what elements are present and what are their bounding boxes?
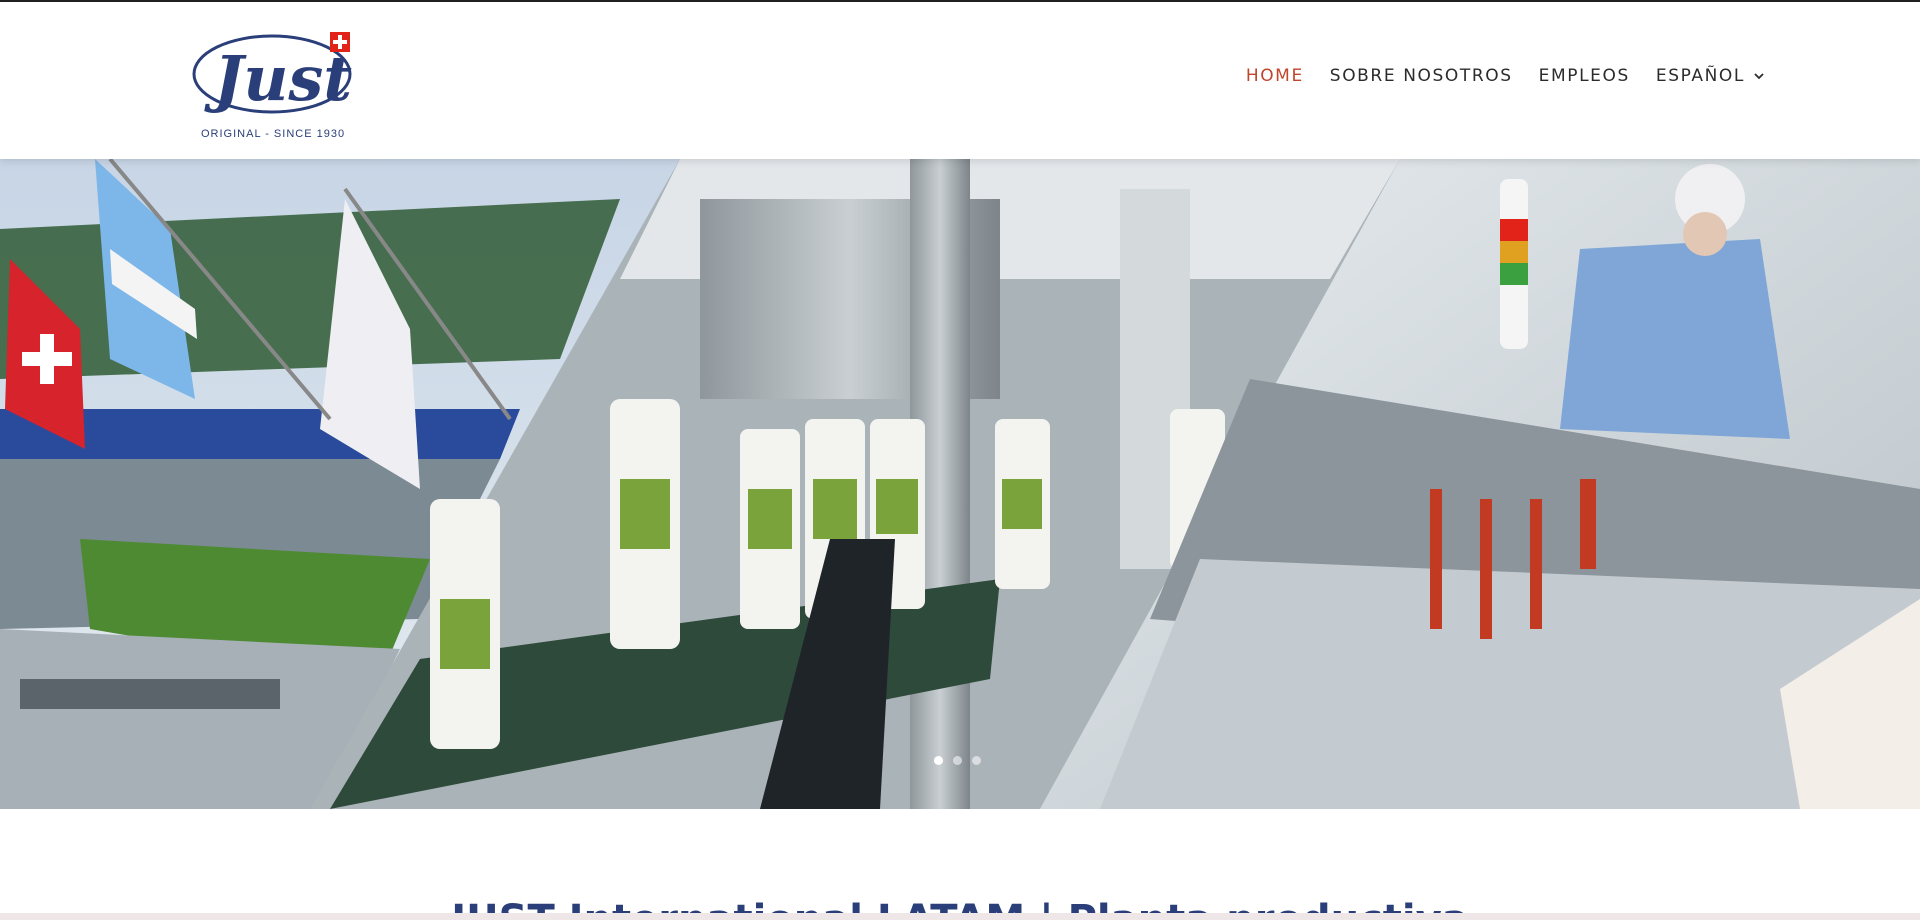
just-logo: Just xyxy=(192,32,352,115)
main-nav: HOME SOBRE NOSOTROS EMPLEOS ESPAÑOL xyxy=(1246,66,1765,86)
nav-label: EMPLEOS xyxy=(1538,66,1630,86)
logo-text: Just xyxy=(204,42,352,115)
slider-pagination xyxy=(934,756,981,765)
nav-label: ESPAÑOL xyxy=(1655,66,1745,86)
site-header: Just ORIGINAL - SINCE 1930 HOME SOBRE NO… xyxy=(0,2,1920,159)
bottom-strip xyxy=(0,913,1920,920)
slide-dot-3[interactable] xyxy=(972,756,981,765)
hero-image xyxy=(0,159,1920,809)
slide-dot-2[interactable] xyxy=(953,756,962,765)
nav-item-home[interactable]: HOME xyxy=(1246,66,1304,86)
nav-label: HOME xyxy=(1245,66,1304,86)
nav-item-sobre-nosotros[interactable]: SOBRE NOSOTROS xyxy=(1330,66,1513,86)
nav-label: SOBRE NOSOTROS xyxy=(1329,66,1513,86)
slide-dot-1[interactable] xyxy=(934,756,943,765)
nav-item-language[interactable]: ESPAÑOL xyxy=(1656,66,1765,86)
chevron-down-icon xyxy=(1754,73,1764,80)
nav-item-empleos[interactable]: EMPLEOS xyxy=(1539,66,1630,86)
hero-slider[interactable] xyxy=(0,159,1920,809)
logo-tagline: ORIGINAL - SINCE 1930 xyxy=(201,128,346,140)
